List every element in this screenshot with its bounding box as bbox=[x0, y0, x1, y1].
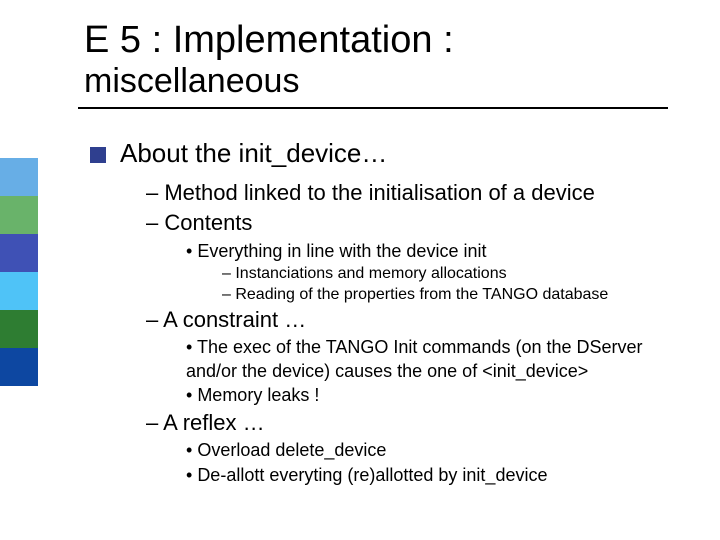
bullet-level4: Reading of the properties from the TANGO… bbox=[222, 285, 680, 306]
bullet-level3: Memory leaks ! bbox=[186, 384, 680, 407]
square-bullet-icon bbox=[90, 147, 106, 163]
slide: E 5 : Implementation : miscellaneous Abo… bbox=[0, 0, 720, 540]
bullet-text: The exec of the TANGO Init commands (on … bbox=[186, 337, 643, 380]
bullet-level2: A reflex … bbox=[146, 409, 680, 438]
title-underline bbox=[78, 107, 668, 109]
bullet-level1: About the init_device… bbox=[90, 137, 680, 171]
deco-square bbox=[0, 158, 38, 196]
deco-square bbox=[0, 310, 38, 348]
bullet-level3: Everything in line with the device init bbox=[186, 240, 680, 263]
deco-square bbox=[0, 272, 38, 310]
bullet-text: A reflex … bbox=[163, 410, 264, 435]
bullet-text: Reading of the properties from the TANGO… bbox=[235, 286, 608, 303]
bullet-text: About the init_device… bbox=[120, 137, 387, 171]
bullet-text: Overload delete_device bbox=[197, 440, 386, 460]
deco-square bbox=[0, 196, 38, 234]
bullet-text: Method linked to the initialisation of a… bbox=[164, 180, 594, 205]
bullet-text: De-allott everyting (re)allotted by init… bbox=[197, 465, 547, 485]
bullet-level2: Contents bbox=[146, 209, 680, 238]
bullet-level3: De-allott everyting (re)allotted by init… bbox=[186, 464, 680, 487]
bullet-level2: Method linked to the initialisation of a… bbox=[146, 179, 680, 208]
title-block: E 5 : Implementation : miscellaneous bbox=[84, 20, 680, 109]
bullet-level2: A constraint … bbox=[146, 306, 680, 335]
deco-square bbox=[0, 234, 38, 272]
bullet-level3: Overload delete_device bbox=[186, 439, 680, 462]
bullet-text: A constraint … bbox=[163, 307, 306, 332]
deco-square bbox=[0, 348, 38, 386]
bullet-level3: The exec of the TANGO Init commands (on … bbox=[186, 336, 680, 383]
bullet-text: Instanciations and memory allocations bbox=[235, 265, 506, 282]
slide-title-sub: miscellaneous bbox=[84, 62, 680, 101]
bullet-text: Memory leaks ! bbox=[197, 385, 319, 405]
side-decoration bbox=[0, 158, 38, 386]
bullet-text: Contents bbox=[164, 210, 252, 235]
bullet-text: Everything in line with the device init bbox=[197, 241, 486, 261]
slide-body: About the init_device… Method linked to … bbox=[90, 137, 680, 487]
bullet-level4: Instanciations and memory allocations bbox=[222, 264, 680, 285]
slide-title-main: E 5 : Implementation : bbox=[84, 20, 680, 62]
